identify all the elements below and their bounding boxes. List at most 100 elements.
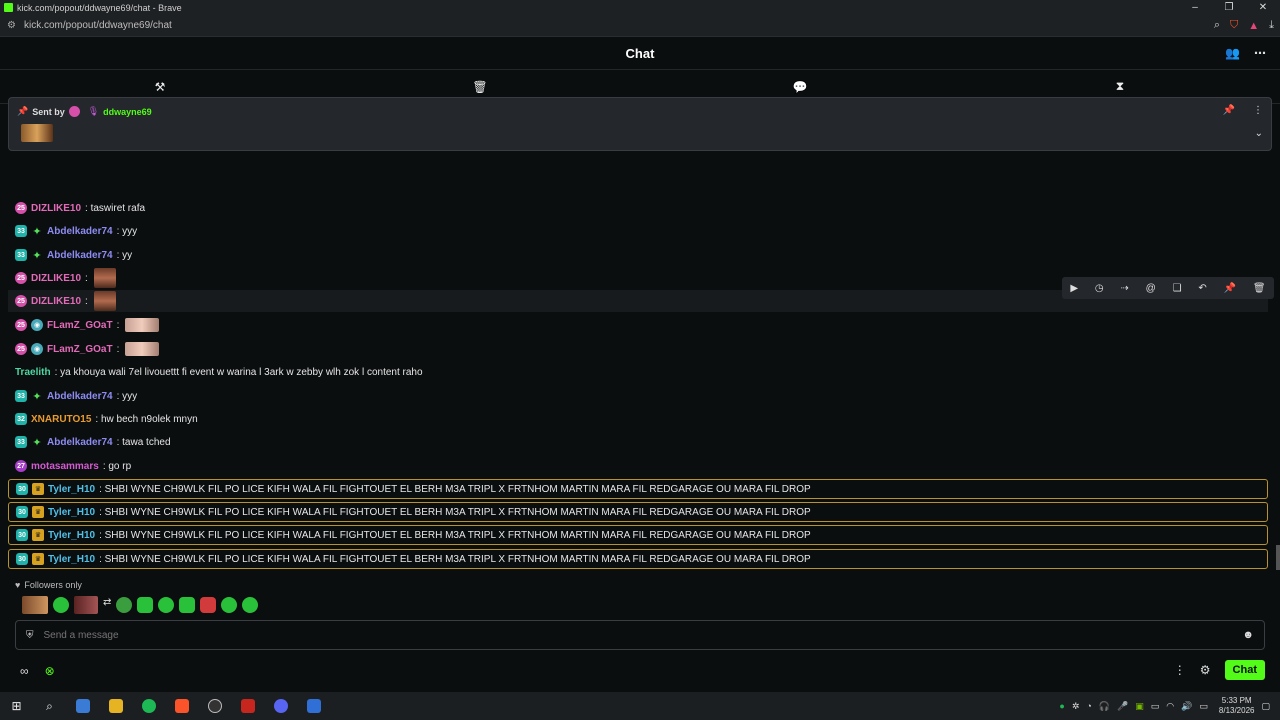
brave-rewards-icon[interactable]: ▲ [1248, 20, 1259, 32]
brave-shields-icon[interactable]: ⛉ [1230, 19, 1238, 32]
chat-username[interactable]: Abdelkader74 [47, 437, 113, 448]
notification-icon[interactable]: ▢ [1261, 701, 1270, 712]
windows-start-icon[interactable]: ⊞ [0, 699, 33, 713]
search-icon[interactable]: ⌕ [33, 699, 66, 714]
chat-message[interactable]: 30 ♛ Tyler_H10: SHBI WYNE CH9WLK FIL PO LI… [8, 502, 1268, 522]
clear-chat-trash-icon[interactable]: 🗑 [320, 80, 640, 94]
discord-icon[interactable] [264, 699, 297, 714]
chat-username[interactable]: FLamZ_GOaT [47, 320, 113, 331]
mic-tray-icon[interactable]: 🎤 [1117, 701, 1128, 712]
emote-item[interactable] [221, 597, 238, 613]
address-bar[interactable]: ⚙ kick.com/popout/ddwayne69/chat ⌕ ⛉ ▲ ⤓ [0, 15, 1280, 37]
kick-coin-icon[interactable]: ⊗ [45, 664, 55, 678]
wifi-icon[interactable]: ◠ [1166, 701, 1174, 712]
send-chat-button[interactable]: Chat [1224, 660, 1265, 680]
chevron-down-icon[interactable]: ⌄ [1255, 128, 1263, 139]
chat-scrollbar[interactable] [1276, 545, 1280, 570]
undo-icon[interactable]: ↶ [1198, 283, 1206, 294]
battery-icon[interactable]: ▭ [1199, 701, 1208, 712]
site-settings-icon[interactable]: ⚙ [7, 20, 16, 31]
settings-gear-icon[interactable]: ⚙ [1200, 663, 1211, 677]
users-icon[interactable]: 👥 [1225, 46, 1240, 60]
chat-username[interactable]: XNARUTO15 [31, 414, 91, 425]
tray-icon[interactable]: ✲ [1072, 701, 1080, 712]
volume-icon[interactable]: 🔊 [1181, 701, 1192, 712]
emote-item[interactable]: ⇄ [103, 597, 111, 613]
unmod-icon[interactable]: ⇢ [1120, 283, 1128, 294]
chat-bubble-icon[interactable]: 💬 [640, 80, 960, 94]
chat-message[interactable]: 33 ✦ Abdelkader74: tawa tched [8, 431, 1268, 453]
more-vertical-icon[interactable]: ⋮ [1174, 663, 1186, 677]
chat-message[interactable]: 33 ✦ Abdelkader74: yyy [8, 220, 1268, 242]
mention-at-icon[interactable]: @ [1146, 283, 1156, 294]
download-icon[interactable]: ⤓ [1269, 19, 1274, 32]
chat-message[interactable]: 25 DIZLIKE10: taswiret rafa [8, 197, 1268, 219]
chat-message[interactable]: 33 ✦ Abdelkader74: yy [8, 244, 1268, 266]
minimize-button[interactable]: – [1178, 0, 1212, 15]
chat-username[interactable]: Abdelkader74 [47, 250, 113, 261]
chat-username[interactable]: Traelith [15, 367, 51, 378]
chat-message[interactable]: 25 ◉ FLamZ_GOaT: [8, 338, 1268, 360]
chat-username[interactable]: Tyler_H10 [48, 554, 95, 565]
emote-item[interactable] [116, 597, 133, 613]
emote-item[interactable] [200, 597, 217, 613]
chat-username[interactable]: Tyler_H10 [48, 530, 95, 541]
chat-message[interactable]: 30 ♛ Tyler_H10: SHBI WYNE CH9WLK FIL PO LI… [8, 525, 1268, 545]
slow-mode-hourglass-icon[interactable]: ⧗ [960, 79, 1280, 94]
more-options-icon[interactable]: ⋯ [1254, 46, 1266, 60]
chat-message-text: SHBI WYNE CH9WLK FIL PO LICE KIFH WALA F… [104, 483, 811, 495]
chat-message[interactable]: 33 ✦ Abdelkader74: yyy [8, 385, 1268, 407]
zoom-icon[interactable]: ⌕ [1214, 19, 1220, 32]
chat-username[interactable]: motasammars [31, 461, 99, 472]
infinity-icon[interactable]: ∞ [20, 664, 29, 678]
close-window-button[interactable]: ✕ [1246, 0, 1280, 15]
emoji-picker-icon[interactable]: ☻ [1242, 629, 1254, 641]
chat-message[interactable]: Traelith: ya khouya wali 7el livouettt f… [8, 361, 1268, 383]
chat-username[interactable]: DIZLIKE10 [31, 203, 81, 214]
pin-message-icon[interactable]: 📌 [1224, 283, 1236, 294]
chat-message[interactable]: 32 XNARUTO15: hw bech n9olek mnyn [8, 408, 1268, 430]
chat-message-input[interactable] [43, 629, 1243, 641]
chat-username[interactable]: Abdelkader74 [47, 391, 113, 402]
chat-username[interactable]: Tyler_H10 [48, 484, 95, 495]
emote-item[interactable] [137, 597, 154, 613]
emote-item[interactable] [158, 597, 175, 613]
delete-message-icon[interactable]: 🗑 [1253, 283, 1266, 294]
emote-item[interactable] [22, 596, 48, 614]
play-icon[interactable]: ▶ [1070, 283, 1078, 294]
emote-item[interactable] [179, 597, 196, 613]
pinned-more-icon[interactable]: ⋮ [1253, 105, 1263, 116]
voicemod-icon[interactable] [231, 699, 264, 714]
timeout-clock-icon[interactable]: ◷ [1095, 283, 1104, 294]
taskbar-clock[interactable]: 5:33 PM 8/13/2026 [1219, 696, 1255, 716]
chat-message[interactable]: 27 motasammars: go rp [8, 455, 1268, 477]
chat-username[interactable]: DIZLIKE10 [31, 296, 81, 307]
spotify-icon[interactable] [132, 699, 165, 714]
chat-message[interactable]: 25 ◉ FLamZ_GOaT: [8, 314, 1268, 336]
brave-browser-icon[interactable] [165, 699, 198, 714]
obs-icon[interactable] [198, 699, 231, 714]
chat-username[interactable]: FLamZ_GOaT [47, 344, 113, 355]
headset-icon[interactable]: 🎧 [1099, 701, 1110, 712]
url-text[interactable]: kick.com/popout/ddwayne69/chat [24, 20, 172, 31]
tray-icon[interactable]: ▭ [1151, 701, 1160, 712]
unpin-icon[interactable]: 📌 [1223, 105, 1235, 116]
store-icon[interactable] [66, 699, 99, 714]
chat-message[interactable]: 30 ♛ Tyler_H10: SHBI WYNE CH9WLK FIL PO LI… [8, 479, 1268, 499]
file-explorer-icon[interactable] [99, 699, 132, 714]
app-icon[interactable] [297, 699, 330, 714]
chat-username[interactable]: Tyler_H10 [48, 507, 95, 518]
restore-button[interactable]: ❐ [1212, 0, 1246, 15]
tray-icon[interactable]: ◔ [1086, 701, 1091, 711]
ban-hammer-icon[interactable]: ⚒ [0, 80, 320, 94]
emote-item[interactable] [242, 597, 259, 613]
copy-icon[interactable]: ❏ [1173, 283, 1182, 294]
chat-username[interactable]: DIZLIKE10 [31, 273, 81, 284]
emote-item[interactable] [53, 597, 69, 613]
chat-message[interactable]: 30 ♛ Tyler_H10: SHBI WYNE CH9WLK FIL PO LI… [8, 549, 1268, 569]
pinned-username[interactable]: ddwayne69 [103, 107, 152, 117]
emote-item[interactable] [74, 596, 98, 614]
spotify-tray-icon[interactable]: ● [1059, 701, 1064, 711]
nvidia-icon[interactable]: ▣ [1135, 701, 1144, 712]
chat-username[interactable]: Abdelkader74 [47, 226, 113, 237]
